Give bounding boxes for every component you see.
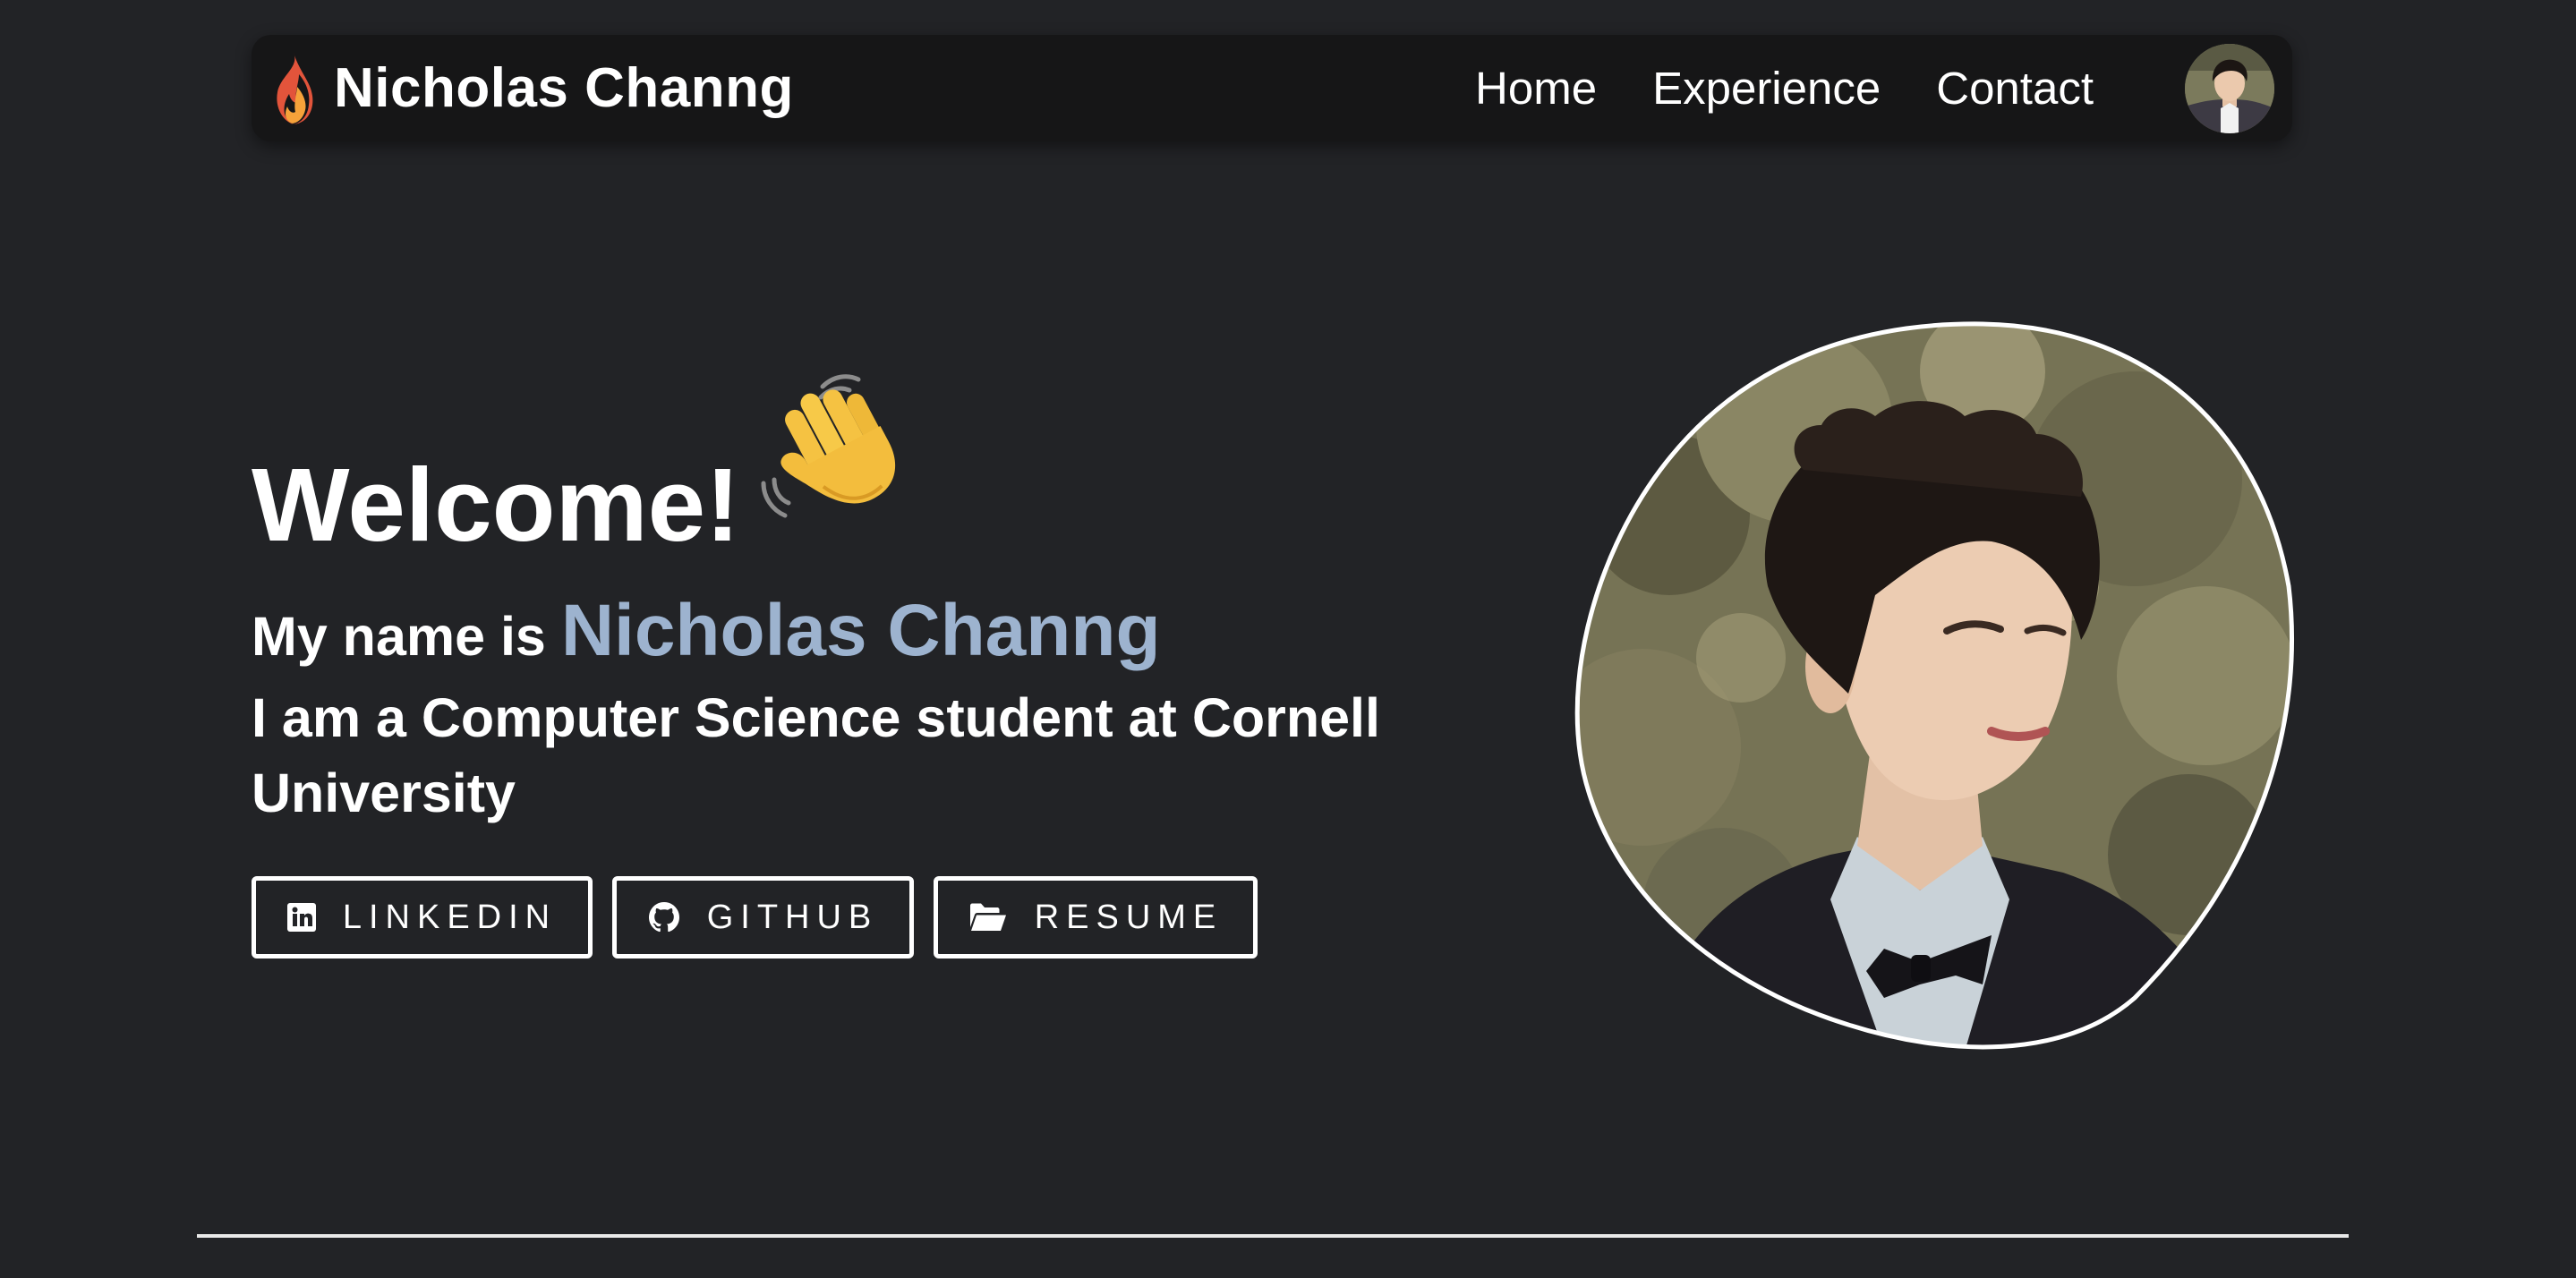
- profile-portrait: [1562, 318, 2296, 1052]
- linkedin-button[interactable]: LINKEDIN: [252, 876, 593, 958]
- section-divider: [197, 1234, 2349, 1238]
- github-icon: [648, 902, 679, 933]
- resume-label: RESUME: [1034, 898, 1224, 936]
- tagline: I am a Computer Science student at Corne…: [252, 687, 1380, 823]
- brand-link[interactable]: Nicholas Channg: [269, 51, 794, 126]
- portrait-photo: [1574, 321, 2295, 1050]
- nav-links: Home Experience Contact: [1475, 43, 2274, 133]
- intro-prefix: My name is: [252, 606, 546, 667]
- avatar-image: [2185, 43, 2274, 133]
- github-label: GITHUB: [706, 898, 879, 936]
- highlighted-name: Nicholas Channg: [560, 590, 1161, 671]
- page: Nicholas Channg Home Experience Contact …: [0, 0, 2576, 1278]
- github-button[interactable]: GITHUB: [612, 876, 914, 958]
- linkedin-icon: [286, 903, 316, 932]
- hero-title: Welcome!: [252, 447, 740, 563]
- brand-name: Nicholas Channg: [334, 57, 794, 119]
- avatar[interactable]: [2185, 43, 2274, 133]
- waving-hand-icon: [761, 374, 895, 518]
- folder-open-icon: [969, 903, 1006, 931]
- nav-link-contact[interactable]: Contact: [1936, 62, 2094, 115]
- navbar: Nicholas Channg Home Experience Contact: [252, 35, 2292, 141]
- resume-button[interactable]: RESUME: [934, 876, 1258, 958]
- linkedin-label: LINKEDIN: [342, 898, 558, 936]
- nav-link-experience[interactable]: Experience: [1652, 62, 1881, 115]
- intro-line: My name is Nicholas Channg: [252, 591, 1161, 677]
- flame-icon: [277, 52, 313, 124]
- nav-link-home[interactable]: Home: [1475, 62, 1597, 115]
- social-buttons: LINKEDIN GITHUB RESUME: [252, 876, 1258, 958]
- hero-title-row: Welcome!: [252, 362, 906, 576]
